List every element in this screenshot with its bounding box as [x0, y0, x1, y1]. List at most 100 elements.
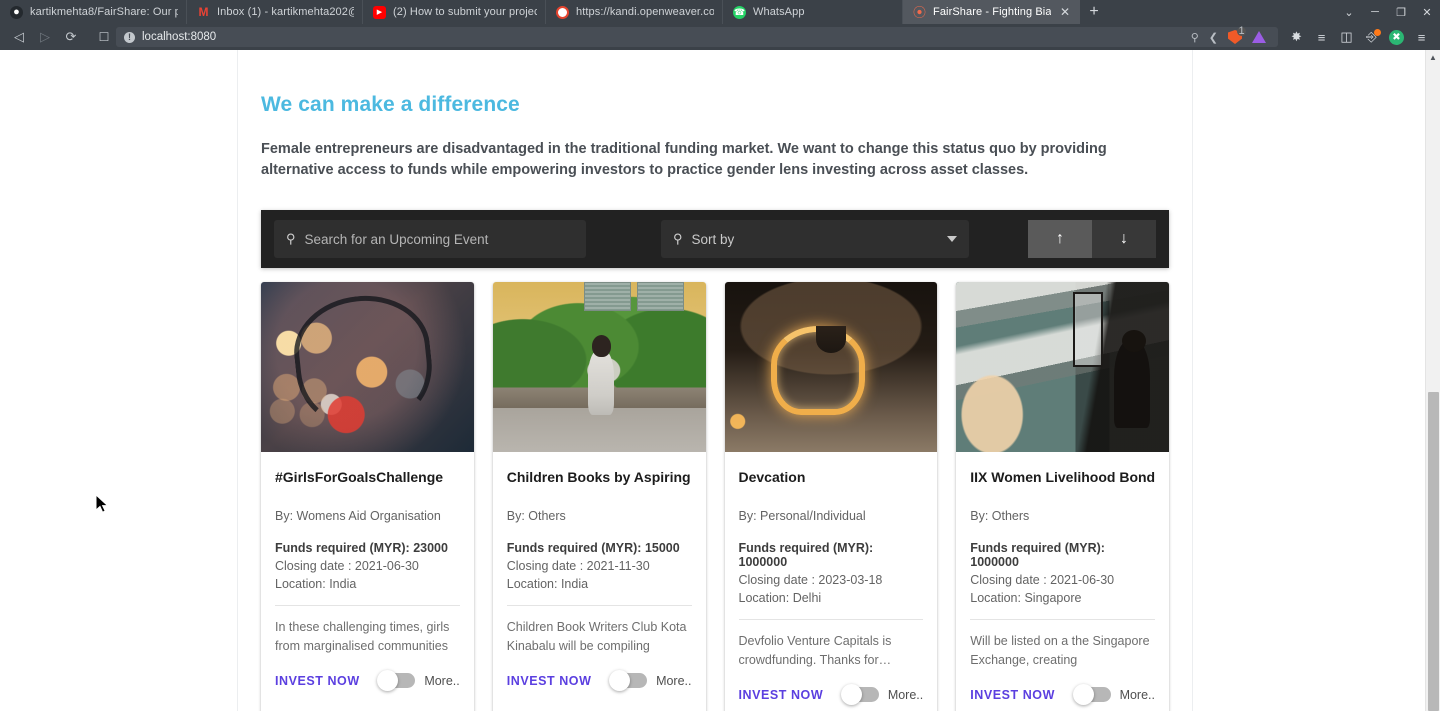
campaign-card[interactable]: Children Books by Aspiring ... By: Other…	[492, 282, 706, 711]
page-subtitle: Female entrepreneurs are disadvantaged i…	[261, 141, 1107, 178]
card-title: Devcation	[738, 469, 806, 485]
card-closing-date: Closing date : 2021-06-30	[275, 559, 419, 573]
shield-badge: 1	[1237, 25, 1246, 37]
search-input[interactable]: ⚲ Search for an Upcoming Event	[274, 220, 586, 258]
divider	[506, 605, 692, 606]
close-window-button[interactable]: ✕	[1414, 0, 1440, 24]
invest-now-button[interactable]: INVEST NOW	[275, 674, 360, 688]
sort-select[interactable]: ⚲ Sort by	[661, 220, 969, 258]
card-description: In these challenging times, girls from m…	[275, 620, 450, 653]
card-actions: INVEST NOW More..	[725, 670, 938, 711]
card-location: Location: Delhi	[738, 591, 822, 605]
invest-now-button[interactable]: INVEST NOW	[739, 688, 824, 702]
search-icon: ⚲	[673, 231, 683, 246]
page-viewport: We can make a difference Female entrepre…	[0, 50, 1440, 711]
chevron-down-icon	[947, 236, 957, 242]
tab-title: FairShare - Fighting Bias In Fi	[933, 6, 1051, 18]
card-title: IIX Women Livelihood Bonds	[970, 469, 1155, 485]
textile-loom-photo	[956, 282, 1169, 452]
card-title: #GirlsForGoalsChallenge	[275, 469, 444, 485]
more-label[interactable]: More..	[888, 688, 923, 702]
card-location: Location: India	[275, 577, 357, 591]
sort-ascending-button[interactable]: ↑	[1028, 220, 1092, 258]
scrollbar-thumb[interactable]	[1428, 392, 1439, 711]
browser-tab-fairshare[interactable]: ⦿ FairShare - Fighting Bias In Fi ✕	[903, 0, 1080, 24]
browser-toolbar: ◁ ▷ ⟳ ☐ ! localhost:8080 ⚲ ❮ 1 ✸ ≡ ◫ ⎆ ✖…	[0, 24, 1440, 50]
extension-toolbar: ✸ ≡ ◫ ⎆ ✖ ≡	[1284, 26, 1434, 48]
more-toggle[interactable]	[609, 670, 648, 691]
more-label[interactable]: More..	[656, 674, 691, 688]
card-actions: INVEST NOW More..	[493, 656, 706, 708]
card-location: Location: India	[506, 577, 589, 591]
bookmark-icon[interactable]: ☐	[92, 30, 116, 44]
gmail-icon: M	[198, 5, 209, 19]
scroll-up-icon[interactable]: ▲	[1426, 50, 1440, 64]
forward-icon[interactable]: ▷	[32, 26, 58, 48]
expand-icon[interactable]: ⌄	[1336, 0, 1362, 24]
more-label[interactable]: More..	[424, 674, 459, 688]
more-label[interactable]: More..	[1120, 688, 1155, 702]
url-bar[interactable]: ! localhost:8080 ⚲ ❮ 1	[116, 26, 1278, 47]
card-organiser: By: Others	[970, 509, 1030, 523]
share-icon[interactable]: ❮	[1209, 31, 1218, 44]
sort-placeholder: Sort by	[691, 231, 735, 247]
brave-shield-icon[interactable]: 1	[1228, 26, 1246, 44]
minimize-button[interactable]: ─	[1362, 0, 1388, 24]
card-funds-required: Funds required (MYR): 15000	[506, 541, 680, 555]
card-organiser: By: Others	[506, 509, 566, 523]
card-description: Children Book Writers Club Kota Kinabalu…	[506, 620, 687, 653]
campaign-card[interactable]: IIX Women Livelihood Bonds By: Others Fu…	[956, 282, 1169, 711]
invest-now-button[interactable]: INVEST NOW	[970, 688, 1055, 702]
card-description: Devfolio Venture Capitals is crowdfundin…	[738, 634, 892, 667]
search-icon[interactable]: ⚲	[1191, 31, 1199, 44]
card-organiser: By: Personal/Individual	[738, 509, 866, 523]
card-description: Will be listed on a the Singapore Exchan…	[970, 634, 1150, 667]
whatsapp-icon: ☎	[733, 5, 746, 19]
card-body: Children Books by Aspiring ... By: Other…	[493, 452, 706, 656]
puzzle-icon[interactable]: ✸	[1284, 26, 1309, 48]
card-funds-required: Funds required (MYR): 23000	[275, 541, 448, 555]
youtube-icon: ▶	[373, 5, 386, 19]
window-icon[interactable]: ⎆	[1359, 26, 1384, 48]
menu-icon[interactable]: ≡	[1409, 26, 1434, 48]
girl-reading-photo	[492, 282, 706, 452]
page-scrollbar[interactable]: ▲	[1425, 50, 1440, 711]
card-organiser: By: Womens Aid Organisation	[275, 509, 441, 523]
sort-descending-button[interactable]: ↓	[1092, 220, 1156, 258]
invest-now-button[interactable]: INVEST NOW	[507, 674, 592, 688]
back-icon[interactable]: ◁	[6, 26, 32, 48]
browser-tab-youtube[interactable]: ▶ (2) How to submit your projects	[363, 0, 546, 24]
site-info-icon[interactable]: !	[124, 31, 135, 43]
tab-strip: ● kartikmehta8/FairShare: Our plat M Inb…	[0, 0, 1440, 24]
profile-icon[interactable]: ✖	[1384, 26, 1409, 48]
more-toggle[interactable]	[1072, 684, 1111, 705]
card-funds-required: Funds required (MYR): 1000000	[970, 541, 1105, 569]
kandi-icon	[556, 5, 569, 19]
search-placeholder: Search for an Upcoming Event	[304, 231, 489, 247]
maximize-button[interactable]: ❐	[1388, 0, 1414, 24]
fairshare-icon: ⦿	[913, 4, 927, 20]
github-icon: ●	[10, 5, 23, 19]
omnibox: ☐ ! localhost:8080 ⚲ ❮ 1	[92, 26, 1278, 47]
playlist-icon[interactable]: ≡	[1309, 26, 1334, 48]
browser-tab-kandi[interactable]: https://kandi.openweaver.com/	[546, 0, 723, 24]
card-funds-required: Funds required (MYR): 1000000	[738, 541, 874, 569]
reload-icon[interactable]: ⟳	[58, 26, 84, 48]
browser-tab-gmail[interactable]: M Inbox (1) - kartikmehta202@gma	[187, 0, 363, 24]
tab-title: Inbox (1) - kartikmehta202@gma	[217, 6, 354, 18]
browser-tab-github[interactable]: ● kartikmehta8/FairShare: Our plat	[0, 0, 187, 24]
campaign-card[interactable]: #GirlsForGoalsChallenge By: Womens Aid O…	[261, 282, 474, 711]
more-toggle[interactable]	[840, 684, 879, 705]
browser-tab-whatsapp[interactable]: ☎ WhatsApp	[723, 0, 903, 24]
close-icon[interactable]: ✕	[1058, 6, 1072, 18]
bokeh-heart-photo	[261, 282, 474, 452]
window-controls: ⌄ ─ ❐ ✕	[1336, 0, 1440, 24]
campaign-card[interactable]: Devcation By: Personal/Individual Funds …	[724, 282, 938, 711]
new-tab-button[interactable]: +	[1080, 0, 1108, 24]
leo-ai-icon[interactable]	[1252, 31, 1266, 43]
sidebar-icon[interactable]: ◫	[1334, 26, 1359, 48]
card-body: Devcation By: Personal/Individual Funds …	[725, 452, 938, 670]
tab-title: (2) How to submit your projects	[393, 6, 537, 18]
tab-title: https://kandi.openweaver.com/	[576, 6, 714, 18]
more-toggle[interactable]	[377, 670, 416, 691]
